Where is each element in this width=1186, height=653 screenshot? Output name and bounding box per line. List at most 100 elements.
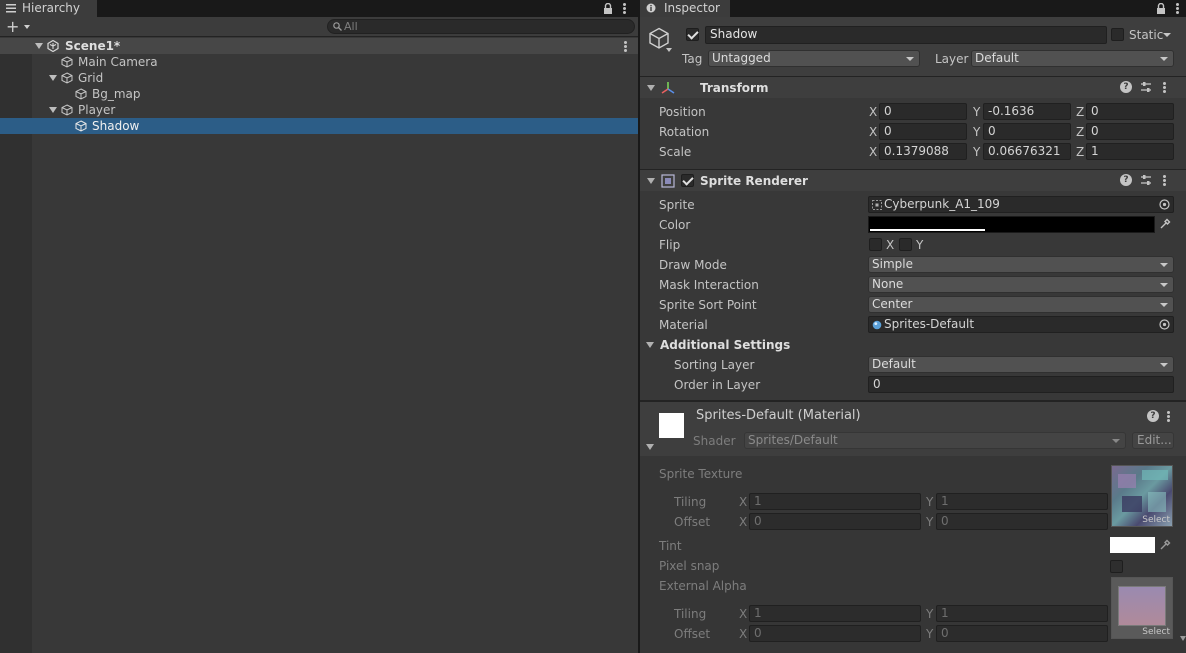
- scale-y-input[interactable]: 0.06676321: [983, 143, 1071, 160]
- preset-icon[interactable]: [1140, 81, 1152, 93]
- component-menu-icon[interactable]: [1163, 82, 1166, 93]
- shader-edit-button[interactable]: Edit...: [1132, 432, 1174, 449]
- object-name-input[interactable]: Shadow: [705, 26, 1107, 44]
- material-menu-icon[interactable]: [1167, 411, 1170, 422]
- lock-icon[interactable]: [603, 3, 613, 14]
- chevron-down-icon: [906, 57, 914, 61]
- static-checkbox[interactable]: [1111, 28, 1124, 41]
- add-icon[interactable]: +: [6, 17, 19, 36]
- chevron-down-icon: [1160, 57, 1168, 61]
- external-alpha-thumbnail[interactable]: Select: [1111, 577, 1173, 639]
- additional-settings-fold-icon[interactable]: [646, 342, 654, 348]
- transform-icon: [661, 82, 675, 94]
- icon-dropdown-icon[interactable]: [666, 48, 672, 52]
- shader-dropdown[interactable]: Sprites/Default: [744, 432, 1126, 449]
- tiling2-y-input[interactable]: 1: [936, 605, 1108, 622]
- tab-inspector-label: Inspector: [664, 1, 720, 15]
- hierarchy-item-grid[interactable]: Grid: [0, 70, 638, 86]
- pixel-snap-checkbox[interactable]: [1110, 560, 1123, 573]
- inspector-menu-icon[interactable]: [1176, 3, 1179, 14]
- position-x-input[interactable]: 0: [879, 103, 967, 120]
- material-field[interactable]: Sprites-Default: [868, 316, 1174, 333]
- sorting-layer-dropdown[interactable]: Default: [868, 356, 1174, 373]
- fold-arrow-icon[interactable]: [646, 444, 654, 450]
- color-swatch[interactable]: [868, 216, 1155, 233]
- search-icon: [333, 22, 342, 31]
- material-value: Sprites-Default: [884, 317, 975, 331]
- tab-inspector[interactable]: Inspector: [640, 0, 730, 17]
- hierarchy-item-shadow[interactable]: Shadow: [0, 118, 638, 134]
- static-dropdown-icon[interactable]: [1163, 33, 1171, 37]
- sprite-value: Cyberpunk_A1_109: [884, 197, 1000, 211]
- tiling-y-input[interactable]: 1: [936, 493, 1108, 510]
- offset-y-input[interactable]: 0: [936, 513, 1108, 530]
- flip-x-checkbox[interactable]: [869, 238, 882, 251]
- scene-menu-icon[interactable]: [624, 41, 627, 52]
- tint-swatch[interactable]: [1110, 537, 1155, 553]
- hierarchy-search-input[interactable]: All: [327, 19, 635, 34]
- offset-x-input[interactable]: 0: [749, 513, 921, 530]
- fold-arrow-icon[interactable]: [49, 107, 57, 113]
- tab-hierarchy[interactable]: Hierarchy: [0, 0, 97, 17]
- sort-point-value: Center: [872, 297, 913, 311]
- sprite-texture-thumbnail[interactable]: Select: [1111, 465, 1173, 527]
- order-in-layer-input[interactable]: 0: [868, 376, 1174, 393]
- active-checkbox[interactable]: [686, 28, 699, 41]
- hierarchy-menu-icon[interactable]: [623, 3, 626, 14]
- tiling2-x-input[interactable]: 1: [749, 605, 921, 622]
- tiling-x-input[interactable]: 1: [749, 493, 921, 510]
- rotation-z-input[interactable]: 0: [1086, 123, 1174, 140]
- eyedropper-icon[interactable]: [1159, 539, 1171, 551]
- help-icon[interactable]: ?: [1120, 174, 1132, 186]
- position-z-input[interactable]: 0: [1086, 103, 1174, 120]
- tag-dropdown[interactable]: Untagged: [708, 50, 920, 67]
- position-y-input[interactable]: -0.1636: [983, 103, 1071, 120]
- transform-title: Transform: [700, 81, 769, 95]
- lock-icon[interactable]: [1156, 3, 1166, 14]
- sprite-renderer-header[interactable]: Sprite Renderer ?: [640, 169, 1186, 191]
- pixel-snap-label: Pixel snap: [659, 559, 720, 573]
- sort-point-dropdown[interactable]: Center: [868, 296, 1174, 313]
- scale-x-input[interactable]: 0.1379088: [879, 143, 967, 160]
- transform-header[interactable]: Transform ?: [640, 76, 1186, 98]
- fold-arrow-icon[interactable]: [647, 178, 655, 184]
- fold-arrow-icon[interactable]: [35, 43, 43, 49]
- rotation-x-input[interactable]: 0: [879, 123, 967, 140]
- fold-arrow-icon[interactable]: [49, 75, 57, 81]
- texture-select-label[interactable]: Select: [1142, 515, 1170, 526]
- material-label: Material: [659, 318, 708, 332]
- layer-value: Default: [975, 51, 1019, 65]
- preset-icon[interactable]: [1140, 174, 1152, 186]
- texture-select-label[interactable]: Select: [1142, 627, 1170, 638]
- component-menu-icon[interactable]: [1163, 175, 1166, 186]
- draw-mode-dropdown[interactable]: Simple: [868, 256, 1174, 273]
- hierarchy-item-bg-map[interactable]: Bg_map: [0, 86, 638, 102]
- fold-arrow-icon[interactable]: [647, 85, 655, 91]
- eyedropper-icon[interactable]: [1159, 218, 1171, 230]
- scene-row[interactable]: Scene1*: [0, 38, 638, 54]
- help-icon[interactable]: ?: [1147, 410, 1159, 422]
- item-label: Grid: [78, 71, 104, 85]
- texture-tile: [1142, 470, 1168, 480]
- offset2-y-input[interactable]: 0: [936, 625, 1108, 642]
- sprite-renderer-enabled-checkbox[interactable]: [681, 174, 694, 187]
- mask-interaction-dropdown[interactable]: None: [868, 276, 1174, 293]
- object-header: Shadow Static Tag Untagged Layer Default: [640, 17, 1186, 76]
- sprite-field[interactable]: Cyberpunk_A1_109: [868, 196, 1174, 213]
- scroll-down-icon[interactable]: [1180, 636, 1186, 641]
- scale-z-input[interactable]: 1: [1086, 143, 1174, 160]
- object-picker-icon[interactable]: [1159, 199, 1170, 210]
- add-dropdown-icon[interactable]: [24, 25, 30, 29]
- axis-z-label: Z: [1076, 125, 1085, 139]
- flip-y-checkbox[interactable]: [899, 238, 912, 251]
- texture-tile: [1118, 474, 1136, 488]
- offset2-x-input[interactable]: 0: [749, 625, 921, 642]
- layer-dropdown[interactable]: Default: [971, 50, 1174, 67]
- additional-settings-label[interactable]: Additional Settings: [660, 337, 790, 353]
- rotation-y-input[interactable]: 0: [983, 123, 1071, 140]
- help-icon[interactable]: ?: [1120, 81, 1132, 93]
- hierarchy-item-main-camera[interactable]: Main Camera: [0, 54, 638, 70]
- sorting-layer-label: Sorting Layer: [674, 358, 755, 372]
- hierarchy-item-player[interactable]: Player: [0, 102, 638, 118]
- object-picker-icon[interactable]: [1159, 319, 1170, 330]
